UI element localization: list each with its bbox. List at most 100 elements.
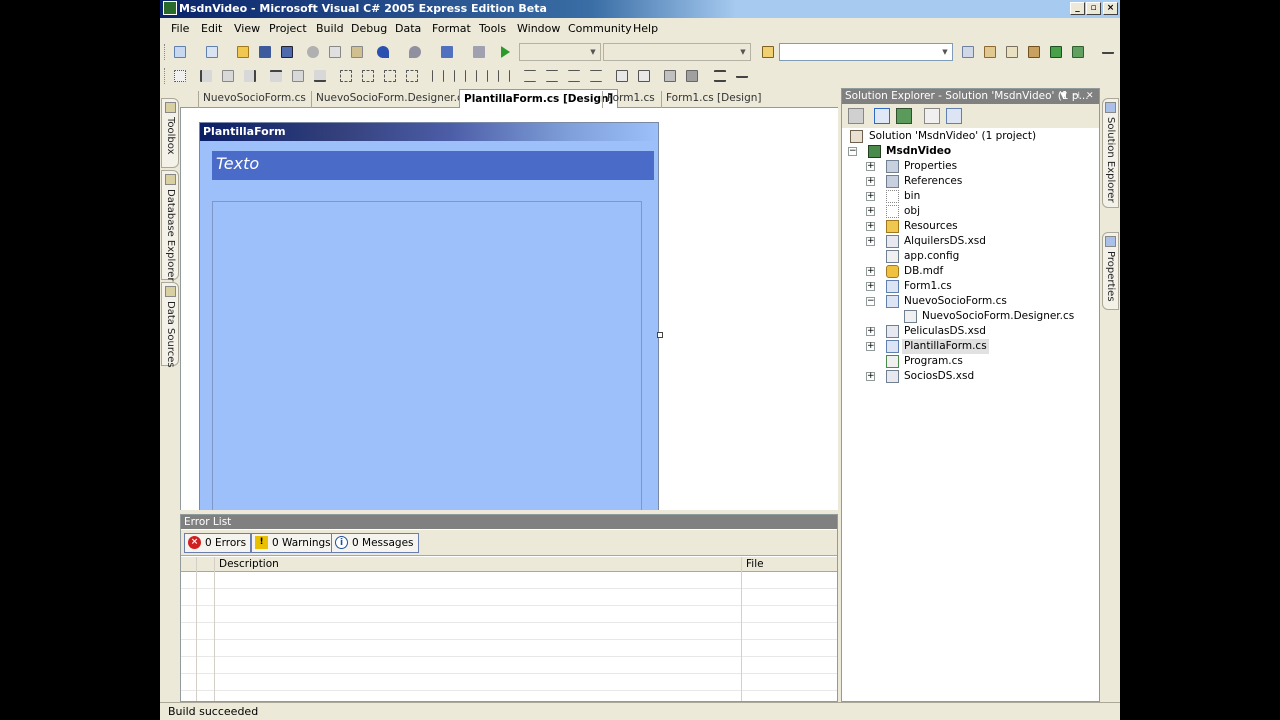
minimize-button[interactable]: _ (1070, 2, 1085, 15)
properties-window-icon[interactable] (1004, 44, 1020, 60)
open-icon[interactable] (235, 44, 251, 60)
navigate-backward-icon[interactable] (439, 44, 455, 60)
menu-help[interactable]: Help (633, 22, 658, 35)
remove-vertical-spacing-icon[interactable] (588, 68, 604, 84)
align-lefts-icon[interactable] (198, 68, 214, 84)
database-explorer-icon[interactable] (1070, 44, 1086, 60)
auto-hide-pin-icon[interactable]: ⊣ (1072, 89, 1080, 104)
redo-icon[interactable] (407, 44, 423, 60)
tab-nuevosocioform-designer-cs[interactable]: NuevoSocioForm.Designer.cs (311, 91, 472, 108)
save-icon[interactable] (257, 44, 273, 60)
align-centers-icon[interactable] (220, 68, 236, 84)
center-horizontally-icon[interactable] (614, 68, 630, 84)
resize-handle[interactable] (657, 332, 663, 338)
cut-icon[interactable] (305, 44, 321, 60)
make-same-size-icon[interactable] (404, 68, 420, 84)
menu-edit[interactable]: Edit (201, 22, 222, 35)
texto-label[interactable]: Texto (212, 151, 654, 180)
properties-icon[interactable] (848, 108, 864, 124)
content-panel[interactable] (212, 201, 642, 510)
menu-project[interactable]: Project (269, 22, 307, 35)
align-bottoms-icon[interactable] (312, 68, 328, 84)
tab-form1-design[interactable]: Form1.cs [Design] (661, 91, 766, 108)
find-in-files-icon[interactable] (760, 44, 776, 60)
new-project-icon[interactable] (172, 44, 188, 60)
menu-view[interactable]: View (234, 22, 260, 35)
close-button[interactable]: × (1103, 2, 1118, 15)
copy-icon[interactable] (327, 44, 343, 60)
database-explorer-tab[interactable]: Database Explorer (161, 170, 179, 282)
solution-explorer-tab[interactable]: Solution Explorer (1102, 98, 1119, 208)
bring-to-front-icon[interactable] (662, 68, 678, 84)
undo-icon[interactable] (375, 44, 391, 60)
align-tops-icon[interactable] (268, 68, 284, 84)
vertical-spacing-equal-icon[interactable] (522, 68, 538, 84)
expand-icon[interactable]: + (866, 282, 875, 291)
expand-icon[interactable]: + (866, 177, 875, 186)
column-file[interactable]: File (746, 558, 764, 570)
tab-order-icon[interactable] (712, 68, 728, 84)
navigate-forward-icon[interactable] (471, 44, 487, 60)
tab-nuevosocioform-cs[interactable]: NuevoSocioForm.cs (198, 91, 310, 108)
menu-build[interactable]: Build (316, 22, 344, 35)
decrease-vertical-spacing-icon[interactable] (566, 68, 582, 84)
toolbox-tab[interactable]: Toolbox (161, 98, 179, 168)
expand-icon[interactable]: + (866, 342, 875, 351)
solution-explorer-title[interactable]: Solution Explorer - Solution 'MsdnVideo'… (842, 89, 1099, 104)
title-bar[interactable]: MsdnVideo - Microsoft Visual C# 2005 Exp… (160, 0, 1120, 18)
expand-icon[interactable]: + (866, 192, 875, 201)
size-to-grid-icon[interactable] (360, 68, 376, 84)
send-to-back-icon[interactable] (684, 68, 700, 84)
toolbar-options-icon[interactable] (1100, 44, 1116, 60)
solution-platform-select[interactable]: ▼ (603, 43, 751, 61)
view-code-icon[interactable] (924, 108, 940, 124)
errors-filter-button[interactable]: × 0 Errors (184, 533, 252, 553)
warnings-filter-button[interactable]: ! 0 Warnings (251, 533, 336, 553)
start-debugging-icon[interactable] (499, 44, 515, 60)
solution-configuration-select[interactable]: ▼ (519, 43, 601, 61)
toolbox-icon[interactable] (1026, 44, 1042, 60)
tab-form1-cs[interactable]: Form1.cs (602, 91, 659, 108)
properties-tab[interactable]: Properties (1102, 232, 1119, 310)
decrease-horizontal-spacing-icon[interactable] (474, 68, 490, 84)
toolbar-options-icon[interactable] (734, 68, 750, 84)
solution-explorer-icon[interactable] (982, 44, 998, 60)
expand-icon[interactable]: + (866, 162, 875, 171)
menu-community[interactable]: Community (568, 22, 632, 35)
menu-file[interactable]: File (171, 22, 189, 35)
show-all-files-icon[interactable] (874, 108, 890, 124)
expand-icon[interactable]: + (866, 372, 875, 381)
align-to-grid-icon[interactable] (172, 68, 188, 84)
start-page-icon[interactable] (1048, 44, 1064, 60)
menu-debug[interactable]: Debug (351, 22, 387, 35)
expand-icon[interactable]: + (866, 327, 875, 336)
menu-tools[interactable]: Tools (479, 22, 506, 35)
expand-icon[interactable]: + (866, 237, 875, 246)
column-description[interactable]: Description (219, 558, 279, 570)
collapse-icon[interactable]: − (848, 147, 857, 156)
align-rights-icon[interactable] (242, 68, 258, 84)
expand-icon[interactable]: + (866, 267, 875, 276)
remove-horizontal-spacing-icon[interactable] (496, 68, 512, 84)
increase-horizontal-spacing-icon[interactable] (452, 68, 468, 84)
form-designer-surface[interactable]: PlantillaForm Texto (180, 108, 838, 510)
add-item-icon[interactable] (204, 44, 220, 60)
toolbar-grip[interactable] (164, 44, 167, 60)
make-same-height-icon[interactable] (382, 68, 398, 84)
menu-data[interactable]: Data (395, 22, 421, 35)
plantillaform-form[interactable]: PlantillaForm Texto (199, 122, 659, 510)
horizontal-spacing-equal-icon[interactable] (430, 68, 446, 84)
data-sources-tab[interactable]: Data Sources (161, 282, 179, 368)
refresh-icon[interactable] (896, 108, 912, 124)
save-all-icon[interactable] (279, 44, 295, 60)
paste-icon[interactable] (349, 44, 365, 60)
menu-format[interactable]: Format (432, 22, 471, 35)
make-same-width-icon[interactable] (338, 68, 354, 84)
find-input[interactable]: ▼ (779, 43, 953, 61)
tab-plantillaform-design[interactable]: PlantillaForm.cs [Design] (459, 89, 619, 108)
maximize-button[interactable]: ▫ (1086, 2, 1101, 15)
find-icon[interactable] (960, 44, 976, 60)
close-pane-icon[interactable]: ✕ (1086, 89, 1094, 104)
menu-window[interactable]: Window (517, 22, 560, 35)
expand-icon[interactable]: + (866, 207, 875, 216)
